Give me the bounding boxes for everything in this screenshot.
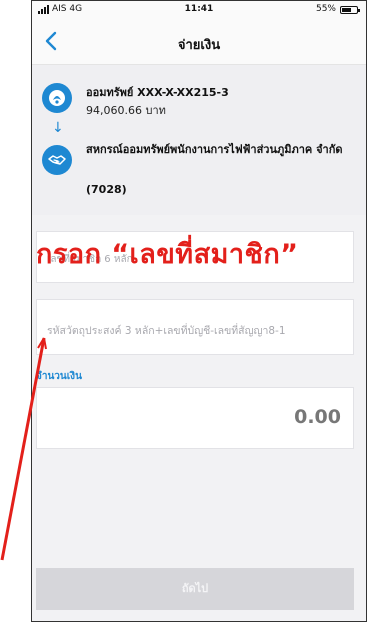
handshake-icon [42, 145, 72, 175]
arrow-down-icon: ↓ [52, 120, 64, 136]
amount-field[interactable]: 0.00 [36, 387, 354, 449]
status-bar: AIS 4G 11:41 55% [32, 1, 366, 19]
phone-screen: AIS 4G 11:41 55% จ่ายเงิน ออมทรัพย์ XXX-… [31, 0, 367, 622]
reference-placeholder: รหัสวัตถุประสงค์ 3 หลัก+เลขที่บัญชี-เลขท… [47, 325, 286, 337]
page-title: จ่ายเงิน [177, 38, 221, 53]
destination-name: สหกรณ์ออมทรัพย์พนักงานการไฟฟ้าส่วนภูมิภา… [86, 143, 343, 156]
battery-icon [340, 6, 360, 14]
annotation-label: กรอก “เลขที่สมาชิก” [36, 239, 299, 270]
source-account-balance: 94,060.66 บาท [86, 104, 166, 117]
bank-logo-icon [42, 83, 72, 113]
next-button[interactable]: ถัดไป [36, 568, 354, 610]
destination-code: (7028) [86, 183, 127, 196]
amount-value: 0.00 [294, 406, 341, 428]
battery-percent: 55% [315, 4, 336, 14]
nav-bar: จ่ายเงิน [32, 19, 366, 65]
source-account-name: ออมทรัพย์ XXX-X-XX215-3 [86, 86, 229, 99]
payment-summary: ออมทรัพย์ XXX-X-XX215-3 94,060.66 บาท ↓ … [32, 65, 366, 215]
reference-field[interactable]: รหัสวัตถุประสงค์ 3 หลัก+เลขที่บัญชี-เลขท… [36, 299, 354, 355]
amount-label: จำนวนเงิน [36, 371, 82, 382]
